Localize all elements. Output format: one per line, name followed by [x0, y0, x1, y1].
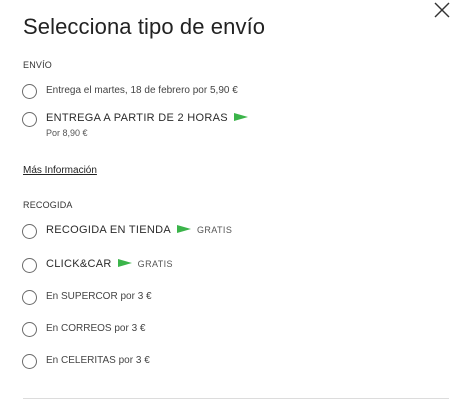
option-label-wrap: ENTREGA A PARTIR DE 2 HORAS — [46, 112, 254, 124]
free-badge: GRATIS — [197, 225, 233, 235]
radio-button[interactable] — [22, 258, 37, 273]
option-label: En CORREOS por 3 € — [46, 323, 146, 334]
radio-button[interactable] — [22, 354, 37, 369]
modal-title: Selecciona tipo de envío — [23, 14, 266, 39]
free-badge: GRATIS — [137, 259, 173, 269]
radio-button[interactable] — [22, 112, 37, 127]
option-label: En CELERITAS por 3 € — [46, 355, 150, 366]
option-label: En SUPERCOR por 3 € — [46, 291, 152, 302]
green-flag-icon — [233, 113, 248, 122]
close-icon[interactable] — [432, 0, 452, 20]
option-label: RECOGIDA EN TIENDA — [46, 224, 171, 236]
option-label: Entrega el martes, 18 de febrero por 5,9… — [46, 85, 238, 96]
more-info-link[interactable]: Más Información — [23, 165, 97, 176]
green-flag-icon — [117, 259, 132, 268]
shipping-type-modal: Selecciona tipo de envío ENVÍO Entrega e… — [0, 0, 475, 414]
option-price: Por 8,90 € — [46, 128, 88, 138]
option-label-wrap: RECOGIDA EN TIENDA GRATIS — [46, 224, 232, 236]
radio-button[interactable] — [22, 290, 37, 305]
section-label-recogida: RECOGIDA — [23, 200, 73, 210]
radio-button[interactable] — [22, 322, 37, 337]
divider — [23, 398, 449, 399]
option-label: ENTREGA A PARTIR DE 2 HORAS — [46, 112, 228, 124]
option-label-wrap: CLICK&CAR GRATIS — [46, 258, 173, 270]
green-flag-icon — [177, 225, 191, 234]
radio-button[interactable] — [22, 84, 37, 99]
section-label-envio: ENVÍO — [23, 60, 53, 70]
radio-button[interactable] — [22, 224, 37, 239]
option-label: CLICK&CAR — [46, 258, 112, 270]
